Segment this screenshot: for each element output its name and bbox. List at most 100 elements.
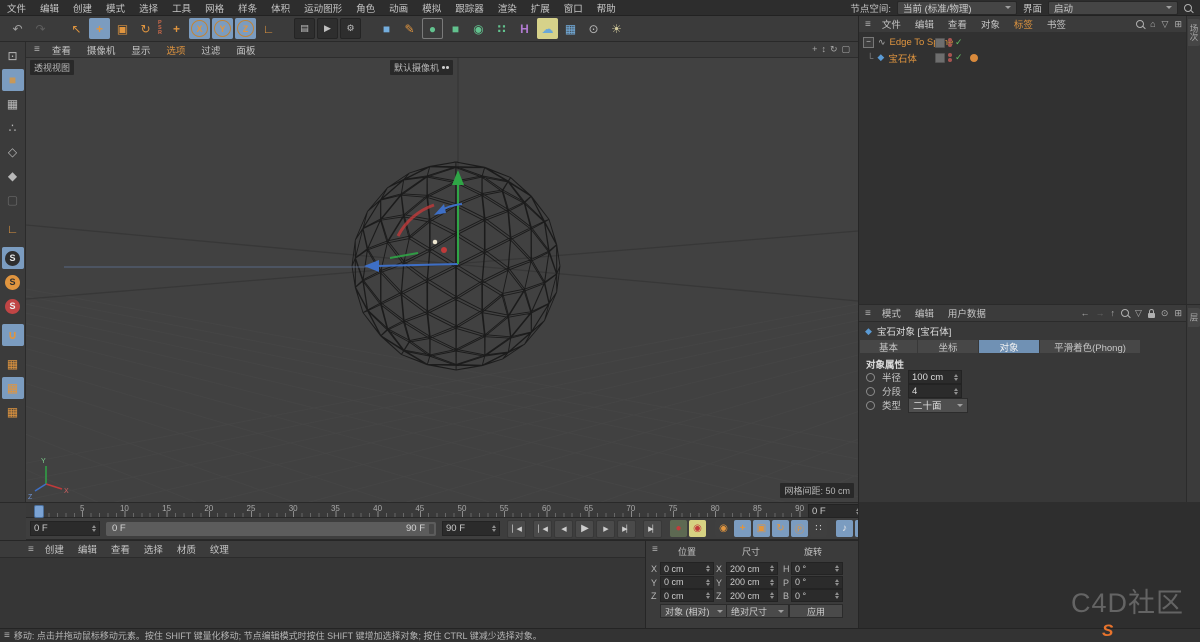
- timeline-ruler[interactable]: 051015202530354045505560657075808590 0 F: [26, 502, 858, 518]
- spinner-icon[interactable]: [703, 592, 710, 599]
- spline-pen-icon[interactable]: ✎: [399, 18, 420, 39]
- record-position-button[interactable]: +: [734, 520, 751, 537]
- attribute-tab[interactable]: 对象: [979, 340, 1039, 353]
- search-icon[interactable]: [1184, 4, 1192, 12]
- size-field[interactable]: 200 cm: [726, 562, 778, 575]
- y-lock-icon[interactable]: Y: [212, 18, 233, 39]
- spinner-icon[interactable]: [489, 525, 496, 532]
- search-icon[interactable]: [1136, 20, 1144, 28]
- parameter-circle-icon[interactable]: [866, 387, 875, 396]
- object-manager-menu-item[interactable]: 标签: [1007, 17, 1040, 31]
- render-settings-icon[interactable]: ⚙: [340, 18, 361, 39]
- position-field[interactable]: 0 cm: [660, 576, 714, 589]
- layer-box-icon[interactable]: [935, 53, 945, 63]
- takes-side-tab[interactable]: 场次: [1188, 19, 1200, 46]
- size-field[interactable]: 200 cm: [726, 576, 778, 589]
- sound-button[interactable]: ♪: [836, 520, 853, 537]
- menubar-item[interactable]: 体积: [264, 1, 297, 15]
- enabled-check-icon[interactable]: ✓: [955, 37, 963, 48]
- back-icon[interactable]: ←: [1080, 308, 1089, 318]
- workplane-mode-icon[interactable]: ▦: [2, 401, 24, 423]
- rotation-field[interactable]: 0 °: [791, 576, 843, 589]
- viewport-menu-item[interactable]: 选项: [158, 43, 193, 57]
- snap-mode-icon[interactable]: S: [2, 271, 24, 293]
- menu-icon[interactable]: [34, 44, 40, 55]
- render-view-icon[interactable]: ▤: [294, 18, 315, 39]
- position-field[interactable]: 0 cm: [660, 562, 714, 575]
- object-manager-menu-item[interactable]: 查看: [941, 17, 974, 31]
- light-icon[interactable]: ☀: [606, 18, 627, 39]
- material-menu-item[interactable]: 材质: [170, 542, 203, 556]
- material-menu-item[interactable]: 选择: [137, 542, 170, 556]
- pan-icon[interactable]: +: [812, 44, 817, 55]
- menubar-item[interactable]: 编辑: [33, 1, 66, 15]
- camera-label[interactable]: 默认摄像机: [390, 60, 453, 75]
- apply-button[interactable]: 应用: [789, 604, 843, 618]
- viewport-menu-item[interactable]: 过滤: [193, 43, 228, 57]
- end-frame-field[interactable]: 90 F: [442, 521, 500, 536]
- maximize-icon[interactable]: ▢: [841, 44, 850, 55]
- point-mode-icon[interactable]: ∴: [2, 117, 24, 139]
- model-mode-icon[interactable]: ■: [2, 69, 24, 91]
- viewport-menu-item[interactable]: 显示: [123, 43, 158, 57]
- attribute-tab[interactable]: 平滑着色(Phong): [1040, 340, 1140, 353]
- viewport-menu-item[interactable]: 摄像机: [79, 43, 124, 57]
- menubar-item[interactable]: 模式: [99, 1, 132, 15]
- add-cube-icon[interactable]: ■: [376, 18, 397, 39]
- preview-range-slider[interactable]: 0 F 90 F: [106, 522, 436, 536]
- field-dropdown[interactable]: 二十面: [908, 398, 968, 413]
- lock-workplane-icon[interactable]: ▦: [2, 377, 24, 399]
- rotation-field[interactable]: 0 °: [791, 562, 843, 575]
- menubar-item[interactable]: 窗口: [557, 1, 590, 15]
- view-label[interactable]: 透视视图: [30, 60, 74, 75]
- layer-box-icon[interactable]: [935, 38, 945, 48]
- axis-modify-icon[interactable]: +: [166, 18, 187, 39]
- viewport-canvas[interactable]: YXZ 透视视图 默认摄像机 网格间距: 50 cm: [26, 58, 858, 502]
- spinner-icon[interactable]: [703, 579, 710, 586]
- magnet-tool-icon[interactable]: ∪: [2, 324, 24, 346]
- object-tag-icon[interactable]: [970, 54, 978, 62]
- make-editable-icon[interactable]: ⊡: [2, 45, 24, 67]
- field-input[interactable]: 100 cm: [908, 370, 962, 384]
- lock-icon[interactable]: [1148, 313, 1155, 318]
- visibility-dots-icon[interactable]: [948, 53, 952, 62]
- new-panel-icon[interactable]: ⊞: [1174, 308, 1182, 319]
- material-menu-item[interactable]: 创建: [38, 542, 71, 556]
- volume-icon[interactable]: ☁: [537, 18, 558, 39]
- menubar-item[interactable]: 跟踪器: [448, 1, 491, 15]
- record-parameter-button[interactable]: Ⓟ: [791, 520, 808, 537]
- dolly-icon[interactable]: ↕: [821, 44, 826, 55]
- workplane-axis-icon[interactable]: ∟: [2, 218, 24, 240]
- home-icon[interactable]: ⌂: [1150, 19, 1155, 29]
- move-tool-icon[interactable]: +: [89, 18, 110, 39]
- record-rotation-button[interactable]: ↻: [772, 520, 789, 537]
- record-scale-button[interactable]: ▣: [753, 520, 770, 537]
- viewport-menu-item[interactable]: 查看: [44, 43, 79, 57]
- next-key-button[interactable]: ▶▏: [617, 520, 636, 538]
- play-button[interactable]: ▶: [575, 520, 594, 538]
- snap-enable-icon[interactable]: S: [2, 247, 24, 269]
- parameter-circle-icon[interactable]: [866, 401, 875, 410]
- object-row[interactable]: −∿Edge To Spline✓: [859, 35, 1187, 50]
- spinner-icon[interactable]: [767, 579, 774, 586]
- subdivision-surface-icon[interactable]: ●: [422, 18, 443, 39]
- node-space-dropdown[interactable]: 当前 (标准/物理): [897, 1, 1017, 15]
- interface-dropdown[interactable]: 启动: [1048, 1, 1178, 15]
- coord-system-icon[interactable]: ∟: [258, 18, 279, 39]
- next-frame-button[interactable]: ▶: [596, 520, 615, 538]
- range-handle[interactable]: [429, 524, 434, 534]
- playhead[interactable]: [34, 505, 44, 518]
- attribute-tab[interactable]: 基本: [860, 340, 917, 353]
- simulation-icon[interactable]: ▦: [560, 18, 581, 39]
- spinner-icon[interactable]: [951, 388, 958, 395]
- size-field[interactable]: 200 cm: [726, 589, 778, 602]
- menubar-item[interactable]: 文件: [0, 1, 33, 15]
- field-input[interactable]: 4: [908, 384, 962, 398]
- record-button[interactable]: ●: [670, 520, 687, 537]
- generator-icon[interactable]: ■: [445, 18, 466, 39]
- expander-icon[interactable]: −: [863, 37, 874, 48]
- edge-mode-icon[interactable]: ◇: [2, 141, 24, 163]
- spinner-icon[interactable]: [832, 592, 839, 599]
- viewport-menu-item[interactable]: 面板: [228, 43, 263, 57]
- spinner-icon[interactable]: [89, 525, 96, 532]
